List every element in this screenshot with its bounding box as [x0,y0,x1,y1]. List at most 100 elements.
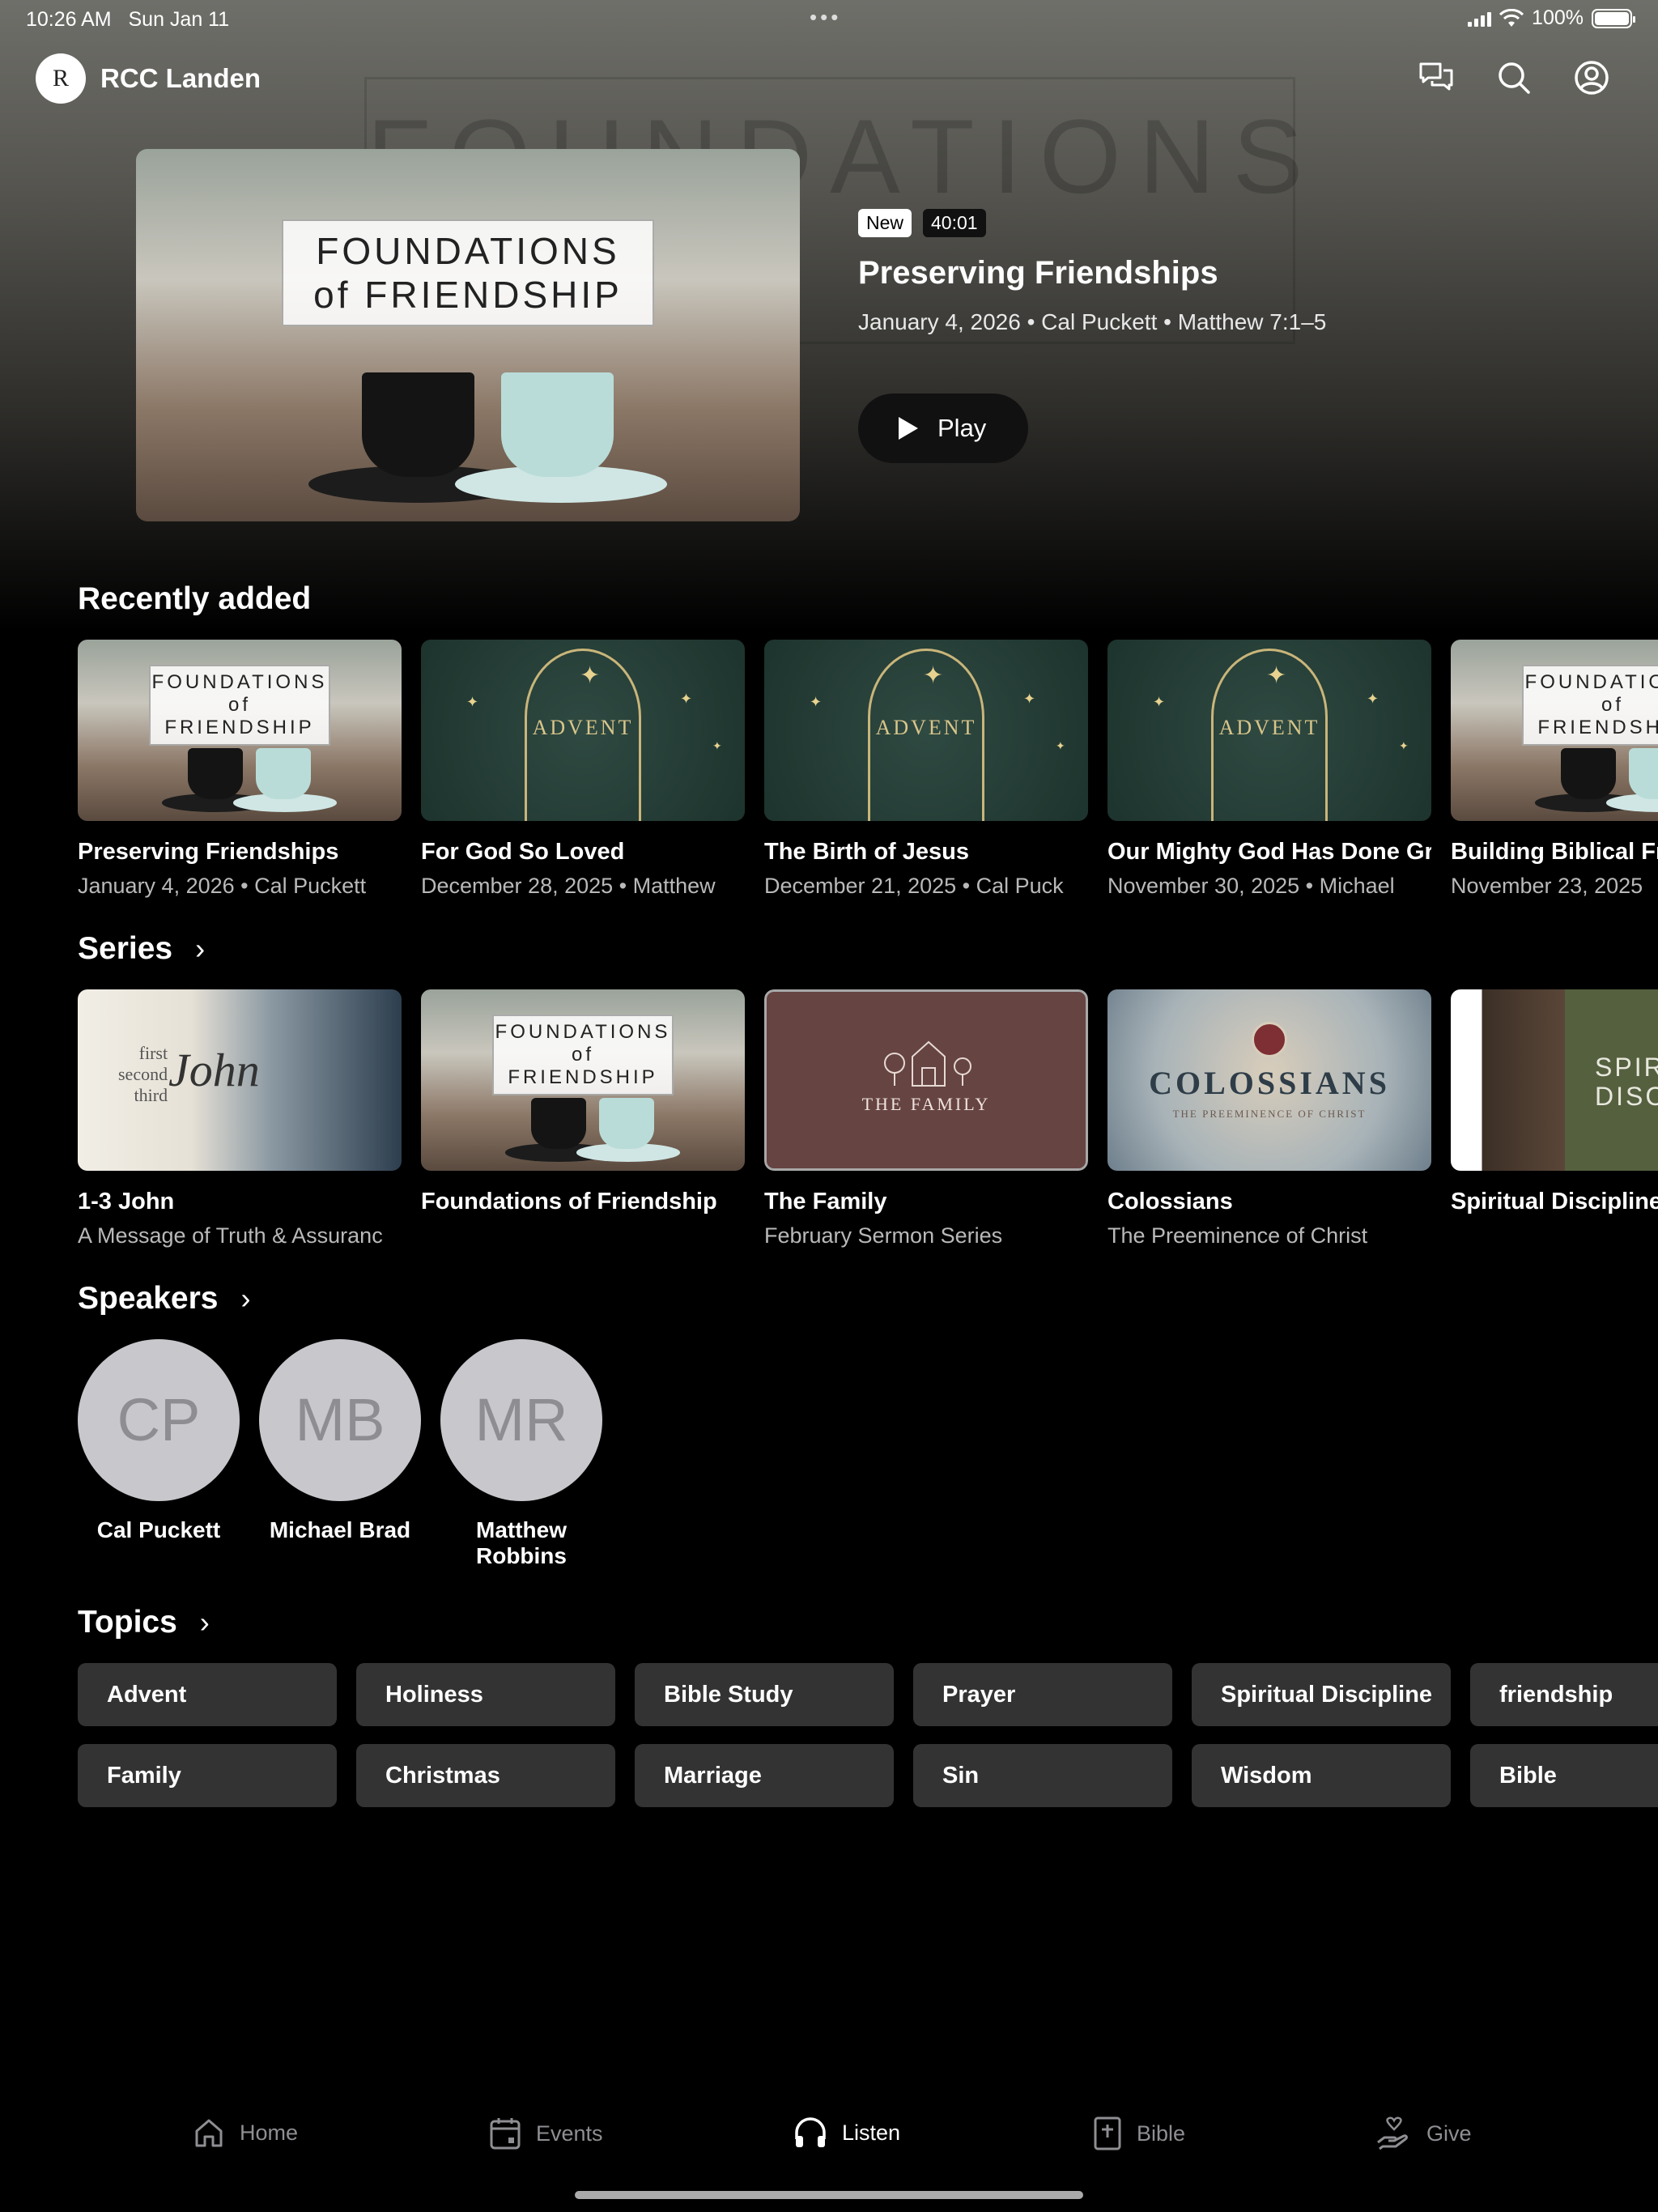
header-actions [1415,57,1613,99]
series-card[interactable]: FOUNDATIONS of FRIENDSHIP Foundations of … [421,989,745,1215]
series-card[interactable]: first second third John 1-3 John A Messa… [78,989,402,1249]
new-badge: New [858,209,912,237]
topic-chip[interactable]: Holiness [356,1663,615,1726]
speaker-item[interactable]: MR Matthew Robbins [440,1339,602,1569]
recent-thumb: ADVENT ✦ ✦ ✦ ✦ [764,640,1088,821]
app-header: R RCC Landen [0,50,1658,108]
series-card-title: 1-3 John [78,1189,175,1214]
recent-card[interactable]: ADVENT ✦ ✦ ✦ ✦ The Birth of Jesus Decemb… [764,640,1088,899]
recent-card[interactable]: FOUNDATIONS of FRIENDSHIP Preserving Frie… [78,640,402,899]
speaker-item[interactable]: CP Cal Puckett [78,1339,240,1543]
series-card[interactable]: COLOSSIANS THE PREEMINENCE OF CHRIST Col… [1107,989,1431,1249]
topic-chip[interactable]: Sin [913,1744,1172,1807]
topic-chip[interactable]: Advent [78,1663,337,1726]
status-date-text: Sun Jan 11 [128,8,230,31]
john-art-script: John [168,1044,260,1096]
tab-listen[interactable]: Listen [793,2116,900,2149]
status-time: 10:26 AM Sun Jan 11 [26,8,229,32]
series-card-subtitle: February Sermon Series [764,1223,1003,1248]
thumb-art-title: FOUNDATIONSof FRIENDSHIP [149,665,330,747]
chat-icon[interactable] [1415,57,1457,99]
speaker-item[interactable]: MB Michael Brad [259,1339,421,1543]
bible-icon [1094,2116,1121,2150]
tab-label: Home [240,2120,299,2145]
topic-chip[interactable]: Spiritual Discipline [1192,1663,1451,1726]
tab-label: Bible [1137,2121,1186,2146]
tab-events[interactable]: Events [489,2116,603,2150]
home-indicator[interactable] [575,2191,1083,2199]
recent-thumb: ADVENT ✦ ✦ ✦ ✦ [421,640,745,821]
thumb-art-title: FOUNDATIONSof FRIENDSHIP [492,1015,674,1096]
topic-chip[interactable]: Wisdom [1192,1744,1451,1807]
colossians-art: COLOSSIANS THE PREEMINENCE OF CHRIST [1107,989,1431,1171]
tab-give[interactable]: Give [1376,2116,1472,2150]
topic-chip[interactable]: Family [78,1744,337,1807]
tab-label: Listen [842,2120,901,2145]
family-art-text: THE FAMILY [861,1094,991,1114]
thumb-art-title: FOUNDATIONSof FRIENDSHIP [1522,665,1658,747]
series-card[interactable]: SPIRIT DISCI Spiritual Discipline [1451,989,1658,1215]
recent-thumb: ADVENT ✦ ✦ ✦ ✦ [1107,640,1431,821]
topic-chip[interactable]: Marriage [635,1744,894,1807]
advent-art: ADVENT ✦ ✦ ✦ ✦ [421,640,745,821]
battery-icon [1592,8,1635,28]
wifi-icon [1499,8,1524,27]
headphones-icon [795,2117,826,2147]
tab-bible[interactable]: Bible [1093,2116,1185,2150]
recent-card-subtitle: December 28, 2025 • Matthew [421,874,716,898]
play-label: Play [937,414,987,442]
recent-thumb: FOUNDATIONSof FRIENDSHIP [1451,640,1658,821]
status-time-text: 10:26 AM [26,8,112,31]
tab-home[interactable]: Home [193,2116,298,2149]
recent-card[interactable]: ADVENT ✦ ✦ ✦ ✦ For God So Loved December… [421,640,745,899]
spirit-art-line2: DISCI [1595,1082,1658,1111]
multitasking-dots-icon[interactable]: ••• [810,5,841,30]
hero-art-line1: FOUNDATIONS [316,230,620,273]
play-button[interactable]: Play [858,393,1028,463]
chevron-right-icon: › [240,1282,251,1315]
crown-seal-icon [1252,1022,1287,1057]
topic-chip[interactable]: Bible Study [635,1663,894,1726]
account-icon[interactable] [1571,57,1613,99]
recent-card-subtitle: December 21, 2025 • Cal Puck [764,874,1064,898]
recent-card[interactable]: FOUNDATIONSof FRIENDSHIP Building Biblic… [1451,640,1658,899]
hero-artwork[interactable]: FOUNDATIONS of FRIENDSHIP [136,149,800,521]
topic-chip[interactable]: Christmas [356,1744,615,1807]
cup-black [361,372,475,477]
battery-percent: 100% [1532,6,1584,29]
house-icon [884,1040,971,1087]
advent-art: ADVENT ✦ ✦ ✦ ✦ [764,640,1088,821]
church-logo-icon[interactable]: R [36,53,86,104]
colossians-art-sub: THE PREEMINENCE OF CHRIST [1172,1108,1367,1120]
topic-chip[interactable]: Bible [1470,1744,1658,1807]
speakers-header[interactable]: Speakers › [78,1281,250,1317]
topic-chip[interactable]: Prayer [913,1663,1172,1726]
chevron-right-icon: › [195,932,206,965]
advent-art: ADVENT ✦ ✦ ✦ ✦ [1107,640,1431,821]
series-thumb: FOUNDATIONS of FRIENDSHIP [421,989,745,1171]
speaker-name: Michael Brad [269,1517,411,1542]
series-thumb: SPIRIT DISCI [1451,989,1658,1171]
tab-label: Give [1426,2121,1472,2146]
recent-card-subtitle: January 4, 2026 • Cal Puckett [78,874,367,898]
duration-badge: 40:01 [923,209,986,237]
app-title: RCC Landen [100,63,261,93]
recent-card-title: Building Biblical Fr [1451,839,1658,865]
john-art-line2: second [118,1064,168,1084]
foundations-of-friendship-art: FOUNDATIONSof FRIENDSHIP [1451,640,1658,821]
recent-card[interactable]: ADVENT ✦ ✦ ✦ ✦ Our Mighty God Has Done G… [1107,640,1431,899]
hero-art-title: FOUNDATIONS of FRIENDSHIP [282,219,654,327]
cellular-signal-icon [1468,11,1492,27]
topic-chip[interactable]: friendship [1470,1663,1658,1726]
john-art-line1: first [138,1043,168,1063]
hero-art-line2: of FRIENDSHIP [313,274,623,317]
series-header[interactable]: Series › [78,931,205,967]
series-card-title: Foundations of Friendship [421,1189,717,1214]
topics-header[interactable]: Topics › [78,1605,210,1640]
foundations-of-friendship-art: FOUNDATIONSof FRIENDSHIP [78,640,402,821]
series-card[interactable]: THE FAMILY The Family February Sermon Se… [764,989,1088,1249]
tab-bar: Home Events Listen Bible Give [0,2105,1658,2178]
recent-card-subtitle: November 23, 2025 [1451,874,1643,898]
status-bar: 10:26 AM Sun Jan 11 ••• 100% [0,0,1658,39]
search-icon[interactable] [1493,57,1535,99]
